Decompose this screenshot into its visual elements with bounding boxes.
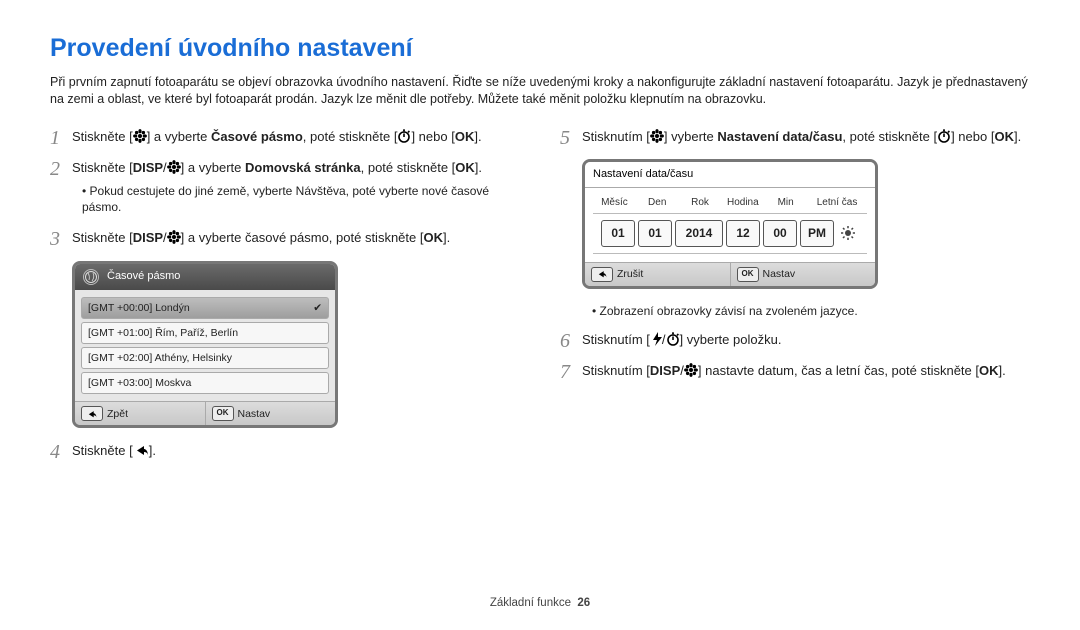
flash-icon xyxy=(650,332,662,346)
step-5: 5 Stisknutím [] vyberte Nastavení data/č… xyxy=(560,128,1030,146)
step-2: 2 Stiskněte [DISP/] a vyberte Domovská s… xyxy=(50,159,520,215)
timer-icon xyxy=(397,129,411,143)
tz-title: Časové pásmo xyxy=(107,269,180,284)
back-icon xyxy=(81,406,103,421)
sun-icon[interactable] xyxy=(837,222,859,244)
dt-cancel-button[interactable]: Zrušit xyxy=(585,263,731,286)
tz-back-button[interactable]: Zpět xyxy=(75,402,206,425)
tz-item[interactable]: [GMT +03:00] Moskva xyxy=(81,372,329,394)
check-icon: ✔ xyxy=(313,301,322,315)
dt-title: Nastavení data/času xyxy=(593,167,693,182)
dt-day[interactable]: 01 xyxy=(638,220,672,246)
back-icon xyxy=(591,267,613,282)
flower-icon xyxy=(167,160,181,174)
step-2-bullet: Pokud cestujete do jiné země, vyberte Ná… xyxy=(82,183,520,215)
flower-icon xyxy=(650,129,664,143)
datetime-device: Nastavení data/času Měsíc Den Rok Hodina… xyxy=(582,159,878,289)
flower-icon xyxy=(167,230,181,244)
tz-item-selected[interactable]: [GMT +00:00] Londýn ✔ xyxy=(81,297,329,319)
page-title: Provedení úvodního nastavení xyxy=(50,32,1030,66)
timer-icon xyxy=(937,129,951,143)
step-5-bullet: Zobrazení obrazovky závisí na zvoleném j… xyxy=(592,303,1030,319)
tz-item[interactable]: [GMT +01:00] Řím, Paříž, Berlín xyxy=(81,322,329,344)
timezone-device: Časové pásmo [GMT +00:00] Londýn ✔ [GMT … xyxy=(72,261,338,429)
step-7: 7 Stisknutím [DISP/] nastavte datum, čas… xyxy=(560,362,1030,380)
dt-set-button[interactable]: OK Nastav xyxy=(731,263,876,286)
page-footer: Základní funkce 26 xyxy=(0,596,1080,612)
tz-item[interactable]: [GMT +02:00] Athény, Helsinky xyxy=(81,347,329,369)
dt-ampm[interactable]: PM xyxy=(800,220,834,246)
back-icon xyxy=(133,443,149,457)
dt-min[interactable]: 00 xyxy=(763,220,797,246)
flower-icon xyxy=(684,363,698,377)
step-4: 4 Stiskněte []. xyxy=(50,442,520,460)
ok-keycap: OK xyxy=(212,406,234,421)
tz-set-button[interactable]: OK Nastav xyxy=(206,402,336,425)
step-6: 6 Stisknutím [/] vyberte položku. xyxy=(560,331,1030,349)
dt-hour[interactable]: 12 xyxy=(726,220,760,246)
step-1: 1 Stiskněte [] a vyberte Časové pásmo, p… xyxy=(50,128,520,146)
ok-keycap: OK xyxy=(737,267,759,282)
step-3: 3 Stiskněte [DISP/] a vyberte časové pás… xyxy=(50,229,520,247)
flower-icon xyxy=(133,129,147,143)
dt-month[interactable]: 01 xyxy=(601,220,635,246)
dt-year[interactable]: 2014 xyxy=(675,220,723,246)
intro-text: Při prvním zapnutí fotoaparátu se objeví… xyxy=(50,74,1030,108)
globe-icon xyxy=(83,269,99,285)
timer-icon xyxy=(666,332,680,346)
